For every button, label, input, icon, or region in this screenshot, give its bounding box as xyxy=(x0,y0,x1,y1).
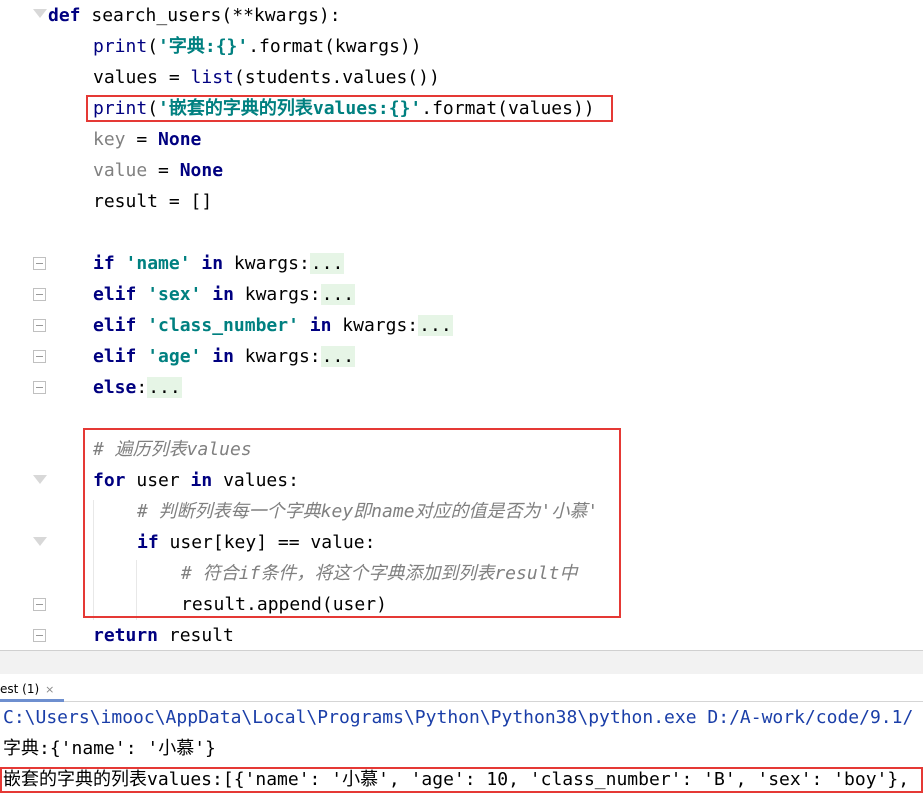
code-text: kwargs: xyxy=(331,315,419,336)
code-line-5: key = None xyxy=(93,124,201,155)
keyword: elif xyxy=(93,315,137,336)
code-line-16: for user in values: xyxy=(93,465,299,496)
code-editor[interactable]: def search_users(**kwargs): print('字典:{}… xyxy=(0,0,923,650)
builtin-fn: list xyxy=(190,67,234,88)
panel-splitter[interactable] xyxy=(0,650,923,675)
code-line-21: return result xyxy=(93,620,234,650)
code-text: .format(kwargs)) xyxy=(248,36,422,57)
highlight-box-print xyxy=(86,95,613,122)
string-literal: 'sex' xyxy=(147,284,202,305)
code-line-1: def search_users(**kwargs): xyxy=(48,0,341,31)
run-console[interactable]: C:\Users\imooc\AppData\Local\Programs\Py… xyxy=(0,702,923,794)
code-line-2: print('字典:{}'.format(kwargs)) xyxy=(93,31,422,62)
string-literal: 'age' xyxy=(147,346,202,367)
folded-block[interactable]: ... xyxy=(309,253,345,274)
code-text: result xyxy=(158,625,234,646)
string-literal: 'name' xyxy=(125,253,191,274)
console-output-line: 字典:{'name': '小慕'} xyxy=(3,738,216,759)
fold-collapse-icon[interactable] xyxy=(33,9,47,18)
keyword: in xyxy=(212,346,234,367)
code-line-12: elif 'age' in kwargs:... xyxy=(93,341,356,372)
code-text: kwargs: xyxy=(233,284,321,305)
code-line-10: elif 'sex' in kwargs:... xyxy=(93,279,356,310)
keyword: None xyxy=(179,160,224,181)
code-text: ( xyxy=(147,36,159,57)
builtin-fn: print xyxy=(93,36,148,57)
code-text: search_users(**kwargs): xyxy=(80,5,341,26)
fold-expand-icon[interactable] xyxy=(33,288,46,301)
keyword: in xyxy=(309,315,332,336)
string-literal: '字典:{}' xyxy=(158,36,249,57)
fold-expand-icon[interactable] xyxy=(33,257,46,270)
code-text: kwargs: xyxy=(223,253,310,274)
string-literal: 'class_number' xyxy=(147,315,299,336)
code-line-19: # 符合if条件，将这个字典添加到列表result中 xyxy=(181,558,577,589)
unused-var: value xyxy=(93,160,148,181)
keyword: in xyxy=(212,284,234,305)
code-text: result = [] xyxy=(93,191,213,212)
folded-block[interactable]: ... xyxy=(418,315,453,336)
keyword: for xyxy=(93,470,126,491)
comment: # 判断列表每一个字典key即name对应的值是否为'小慕' xyxy=(137,501,599,522)
code-line-18: if user[key] == value: xyxy=(137,527,375,558)
fold-collapse-icon[interactable] xyxy=(33,475,47,484)
code-line-13: else:... xyxy=(93,372,182,403)
code-text: values: xyxy=(212,470,299,491)
console-command-line[interactable]: C:\Users\imooc\AppData\Local\Programs\Py… xyxy=(3,702,913,733)
run-tab[interactable]: est (1) × xyxy=(0,678,64,700)
keyword: elif xyxy=(93,346,137,367)
keyword: def xyxy=(48,5,81,26)
keyword: else xyxy=(93,377,137,398)
comment: # 遍历列表values xyxy=(93,439,252,460)
code-line-9: if 'name' in kwargs:... xyxy=(93,248,345,279)
keyword: if xyxy=(93,253,115,274)
run-tab-label: est (1) xyxy=(0,682,40,696)
folded-block[interactable]: ... xyxy=(147,377,182,398)
fold-end-icon[interactable] xyxy=(33,598,46,611)
code-text: result.append(user) xyxy=(181,594,387,615)
keyword: elif xyxy=(93,284,137,305)
code-text: : xyxy=(136,377,148,398)
code-text: values = xyxy=(93,67,191,88)
folded-block[interactable]: ... xyxy=(320,284,356,305)
code-line-6: value = None xyxy=(93,155,223,186)
code-text: user[key] == value: xyxy=(158,532,376,553)
code-line-15: # 遍历列表values xyxy=(93,434,252,465)
code-text: kwargs: xyxy=(233,346,321,367)
code-line-11: elif 'class_number' in kwargs:... xyxy=(93,310,453,341)
code-text: = xyxy=(147,160,180,181)
folded-block[interactable]: ... xyxy=(320,346,356,367)
fold-expand-icon[interactable] xyxy=(33,319,46,332)
close-icon[interactable]: × xyxy=(45,683,54,696)
code-text: = xyxy=(125,129,159,150)
code-line-20: result.append(user) xyxy=(181,589,387,620)
keyword: if xyxy=(137,532,159,553)
comment: # 符合if条件，将这个字典添加到列表result中 xyxy=(181,563,578,584)
run-tool-window-tabs: est (1) × xyxy=(0,674,923,702)
code-line-17: # 判断列表每一个字典key即name对应的值是否为'小慕' xyxy=(137,496,598,527)
highlight-box-output xyxy=(0,767,923,793)
fold-end-icon[interactable] xyxy=(33,629,46,642)
keyword: in xyxy=(190,470,213,491)
code-text: (students.values()) xyxy=(233,67,440,88)
keyword: return xyxy=(93,625,159,646)
code-line-3: values = list(students.values()) xyxy=(93,62,440,93)
keyword: None xyxy=(158,129,202,150)
keyword: in xyxy=(201,253,224,274)
unused-var: key xyxy=(93,129,126,150)
fold-collapse-icon[interactable] xyxy=(33,537,47,546)
code-line-7: result = [] xyxy=(93,186,212,217)
code-text: user xyxy=(125,470,191,491)
fold-expand-icon[interactable] xyxy=(33,350,46,363)
fold-expand-icon[interactable] xyxy=(33,381,46,394)
